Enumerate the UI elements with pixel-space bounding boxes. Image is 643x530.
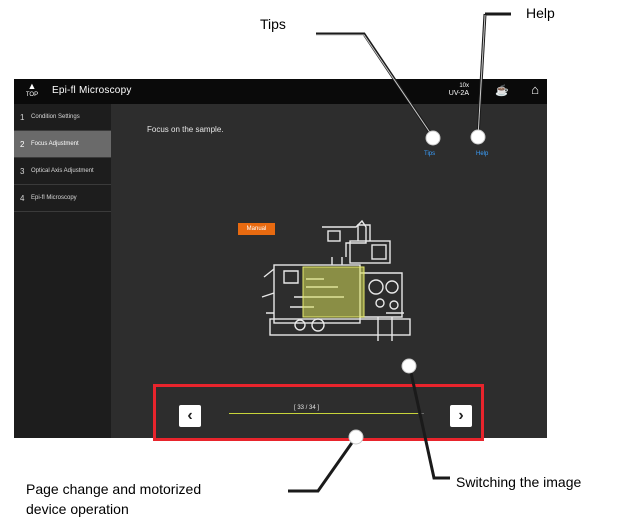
switch-callout-marker (401, 358, 417, 374)
pager-callout-marker (348, 429, 364, 445)
help-callout-marker (470, 129, 486, 145)
tips-callout-marker (425, 130, 441, 146)
callout-lines (288, 12, 511, 493)
